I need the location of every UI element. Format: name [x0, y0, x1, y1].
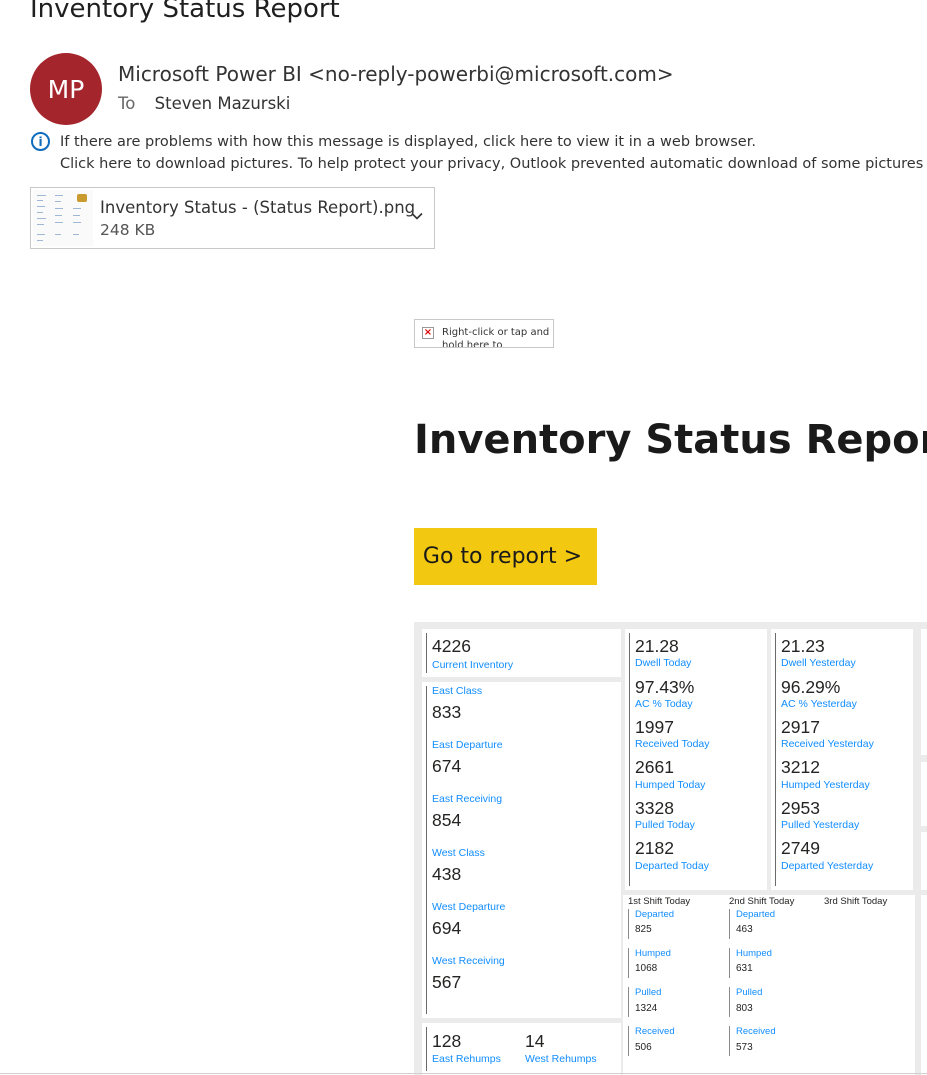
shift-value: 506 [635, 1042, 652, 1053]
partial-card [921, 895, 927, 1075]
recipient-name[interactable]: Steven Mazurski [155, 94, 291, 113]
divider [0, 1073, 927, 1074]
download-pictures-notice[interactable]: Click here to download pictures. To help… [60, 156, 927, 172]
yesterday-value: 2953 [781, 798, 820, 818]
today-value: 3328 [635, 798, 674, 818]
shift-label: Departed [635, 909, 675, 920]
shift-value: 573 [736, 1042, 753, 1053]
yesterday-value: 96.29% [781, 677, 841, 697]
report-snapshot: 4226 Current Inventory East Class 833 Ea… [414, 622, 927, 1075]
shift-header: 2nd Shift Today [729, 896, 795, 907]
shift-value: 631 [736, 963, 753, 974]
yesterday-value: 3212 [781, 757, 820, 777]
shift-label: Departed [736, 909, 776, 920]
yard-value: 567 [432, 972, 462, 992]
attachment-size: 248 KB [100, 221, 156, 239]
today-label: Departed Today [635, 860, 709, 872]
partial-card [921, 832, 927, 890]
yard-value: 674 [432, 756, 462, 776]
attachment-thumbnail [33, 190, 93, 246]
yard-label: East Departure [432, 739, 503, 751]
shift-value: 803 [736, 1003, 753, 1014]
current-inventory-value: 4226 [432, 636, 471, 656]
today-label: AC % Today [635, 698, 693, 710]
sender-avatar[interactable]: MP [30, 53, 102, 125]
shift-label: Humped [736, 948, 772, 959]
rehump-label: West Rehumps [525, 1053, 597, 1065]
attachment-name: Inventory Status - (Status Report).png [100, 198, 416, 217]
yesterday-value: 2917 [781, 717, 820, 737]
partial-card [921, 629, 927, 755]
sender-address[interactable]: Microsoft Power BI <no-reply-powerbi@mic… [118, 62, 674, 86]
shift-label: Received [635, 1026, 675, 1037]
recipient-line: To Steven Mazurski [118, 94, 290, 113]
shift-header: 1st Shift Today [628, 896, 691, 907]
rehump-value: 14 [525, 1031, 545, 1051]
yard-value: 438 [432, 864, 462, 884]
to-label: To [118, 94, 136, 113]
shift-header: 3rd Shift Today [824, 896, 888, 907]
rehump-value: 128 [432, 1031, 462, 1051]
yards-card: East Class 833 East Departure 674 East R… [422, 682, 621, 1018]
shift-value: 825 [635, 924, 652, 935]
yard-value: 694 [432, 918, 462, 938]
yard-value: 833 [432, 702, 462, 722]
shift-label: Received [736, 1026, 776, 1037]
today-label: Dwell Today [635, 657, 692, 669]
yesterday-value: 21.23 [781, 636, 825, 656]
today-value: 2182 [635, 838, 674, 858]
yesterday-label: Pulled Yesterday [781, 819, 860, 831]
yard-label: West Departure [432, 901, 506, 913]
report-title: Inventory Status Report [414, 417, 927, 463]
yard-label: East Class [432, 685, 483, 697]
shift-label: Pulled [635, 987, 662, 998]
today-label: Humped Today [635, 779, 706, 791]
yesterday-label: Received Yesterday [781, 738, 874, 750]
today-label: Pulled Today [635, 819, 695, 831]
shift-value: 1068 [635, 963, 658, 974]
yesterday-label: Departed Yesterday [781, 860, 874, 872]
view-in-browser-notice[interactable]: If there are problems with how this mess… [60, 134, 756, 150]
today-value: 97.43% [635, 677, 695, 697]
yard-label: West Class [432, 847, 485, 859]
shift-value: 463 [736, 924, 753, 935]
attachment-card[interactable]: Inventory Status - (Status Report).png 2… [30, 187, 435, 249]
shift-label: Pulled [736, 987, 763, 998]
broken-image-icon: × [422, 327, 434, 339]
shift-label: Humped [635, 948, 671, 959]
yesterday-card: 21.23 Dwell Yesterday 96.29% AC % Yester… [771, 629, 913, 890]
blocked-image-placeholder[interactable]: × Right-click or tap and hold here to do… [414, 319, 554, 348]
yesterday-label: Humped Yesterday [781, 779, 870, 791]
email-subject: Inventory Status Report [30, 0, 340, 24]
partial-card [921, 762, 927, 826]
go-to-report-button[interactable]: Go to report > [414, 528, 597, 585]
today-value: 1997 [635, 717, 674, 737]
yesterday-label: Dwell Yesterday [781, 657, 856, 669]
rehumps-card: 128 East Rehumps 14 West Rehumps [422, 1023, 621, 1075]
info-icon: i [31, 132, 50, 151]
yesterday-value: 2749 [781, 838, 820, 858]
yesterday-label: AC % Yesterday [781, 698, 857, 710]
chevron-down-icon[interactable] [410, 209, 424, 223]
shift-card: 1st Shift Today 2nd Shift Today 3rd Shif… [623, 895, 915, 1075]
today-value: 2661 [635, 757, 674, 777]
rehump-label: East Rehumps [432, 1053, 501, 1065]
shift-value: 1324 [635, 1003, 658, 1014]
blocked-image-text: Right-click or tap and hold here to down… [442, 327, 550, 348]
yard-value: 854 [432, 810, 462, 830]
today-label: Received Today [635, 738, 710, 750]
yard-label: East Receiving [432, 793, 503, 805]
yard-label: West Receiving [432, 955, 505, 967]
today-value: 21.28 [635, 636, 679, 656]
current-inventory-card: 4226 Current Inventory [422, 629, 621, 677]
today-card: 21.28 Dwell Today 97.43% AC % Today 1997… [625, 629, 767, 890]
current-inventory-label: Current Inventory [432, 659, 514, 671]
